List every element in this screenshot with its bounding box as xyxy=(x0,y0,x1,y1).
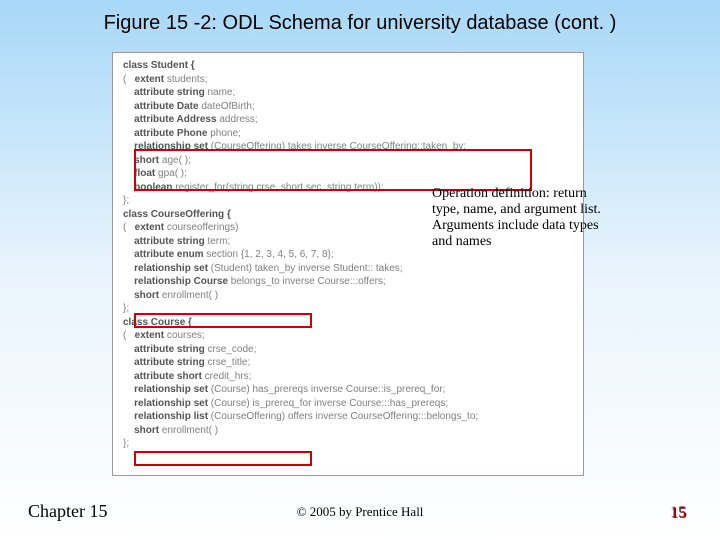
footer-page-number: 15 xyxy=(670,504,686,522)
odl-code-panel: class Student { ( extent students; attri… xyxy=(112,52,584,476)
student-line-1: attribute string name; xyxy=(123,86,573,100)
student-class-header: class Student { xyxy=(123,59,573,73)
highlight-box-course-enroll xyxy=(134,451,312,466)
offering-line-5: short enrollment( ) xyxy=(123,289,573,303)
course-class-close: }; xyxy=(123,437,573,451)
footer-copyright: © 2005 by Prentice Hall xyxy=(0,504,720,520)
course-line-4: relationship set (Course) has_prereqs in… xyxy=(123,383,573,397)
slide-title: Figure 15 -2: ODL Schema for university … xyxy=(0,12,720,35)
course-line-5: relationship set (Course) is_prereq_for … xyxy=(123,397,573,411)
student-line-2: attribute Date dateOfBirth; xyxy=(123,100,573,114)
student-line-0: ( extent students; xyxy=(123,73,573,87)
highlight-box-student-ops xyxy=(134,149,532,191)
course-line-6: relationship list (CourseOffering) offer… xyxy=(123,410,573,424)
course-line-1: attribute string crse_code; xyxy=(123,343,573,357)
offering-line-4: relationship Course belongs_to inverse C… xyxy=(123,275,573,289)
highlight-box-offering-enroll xyxy=(134,313,312,328)
course-line-3: attribute short credit_hrs; xyxy=(123,370,573,384)
offering-line-3: relationship set (Student) taken_by inve… xyxy=(123,262,573,276)
student-line-3: attribute Address address; xyxy=(123,113,573,127)
student-line-4: attribute Phone phone; xyxy=(123,127,573,141)
course-line-7: short enrollment( ) xyxy=(123,424,573,438)
course-line-2: attribute string crse_title; xyxy=(123,356,573,370)
annotation-text: Operation definition: return type, name,… xyxy=(432,186,612,250)
course-line-0: ( extent courses; xyxy=(123,329,573,343)
